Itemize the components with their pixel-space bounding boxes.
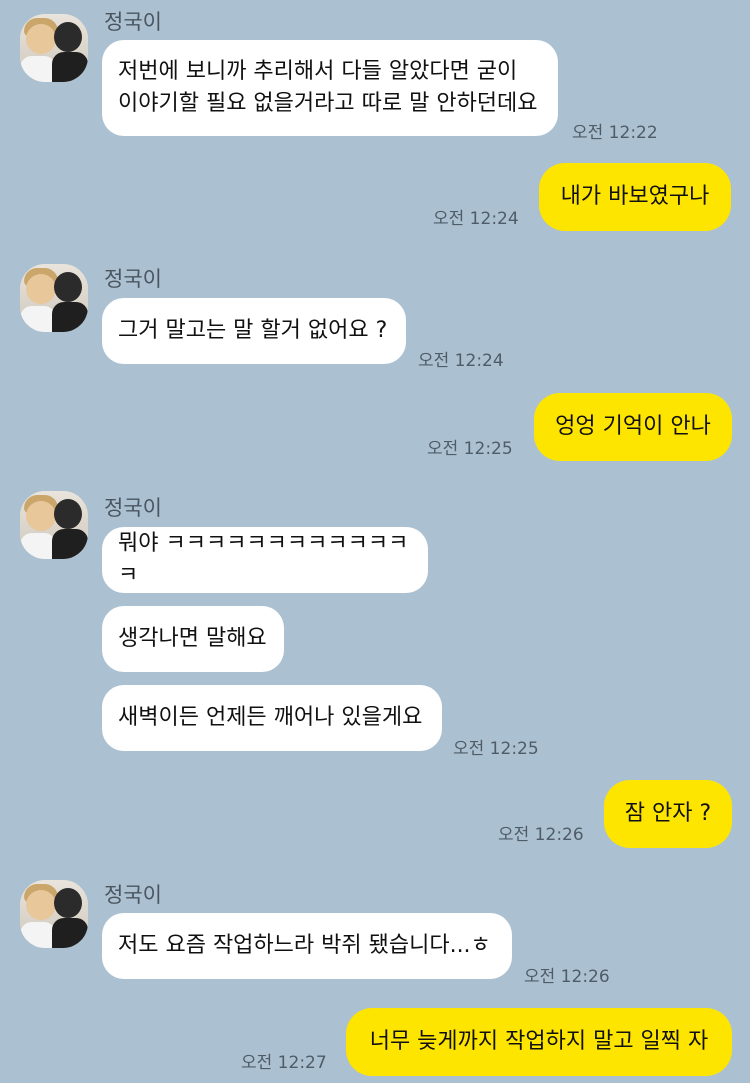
message-bubble-outgoing[interactable]: 내가 바보였구나 <box>539 163 731 231</box>
message-bubble-incoming[interactable]: 저번에 보니까 추리해서 다들 알았다면 굳이 이야기할 필요 없을거라고 따로… <box>102 40 558 136</box>
message-bubble-incoming[interactable]: 새벽이든 언제든 깨어나 있을게요 <box>102 685 442 751</box>
sender-avatar[interactable] <box>20 264 88 332</box>
sender-name: 정국이 <box>104 267 162 291</box>
sender-name: 정국이 <box>104 883 162 907</box>
sender-name: 정국이 <box>104 10 162 34</box>
sender-avatar[interactable] <box>20 491 88 559</box>
message-bubble-incoming[interactable]: 저도 요즘 작업하느라 박쥐 됐습니다...ㅎ <box>102 913 512 979</box>
sender-avatar[interactable] <box>20 880 88 948</box>
message-bubble-incoming[interactable]: 생각나면 말해요 <box>102 606 284 672</box>
message-time: 오전 12:25 <box>427 439 513 459</box>
message-time: 오전 12:24 <box>418 351 504 371</box>
message-bubble-outgoing[interactable]: 잠 안자 ? <box>604 780 732 848</box>
message-bubble-incoming[interactable]: 뭐야 ㅋㅋㅋㅋㅋㅋㅋㅋㅋㅋㅋㅋㅋ <box>102 527 428 593</box>
message-bubble-outgoing[interactable]: 엉엉 기억이 안나 <box>534 393 732 461</box>
message-time: 오전 12:22 <box>572 123 658 143</box>
message-time: 오전 12:27 <box>241 1053 327 1073</box>
message-time: 오전 12:26 <box>498 825 584 845</box>
message-time: 오전 12:26 <box>524 967 610 987</box>
message-time: 오전 12:24 <box>433 209 519 229</box>
sender-name: 정국이 <box>104 496 162 520</box>
message-bubble-incoming[interactable]: 그거 말고는 말 할거 없어요 ? <box>102 298 406 364</box>
message-time: 오전 12:25 <box>453 739 539 759</box>
message-bubble-outgoing[interactable]: 너무 늦게까지 작업하지 말고 일찍 자 <box>346 1008 732 1076</box>
sender-avatar[interactable] <box>20 14 88 82</box>
